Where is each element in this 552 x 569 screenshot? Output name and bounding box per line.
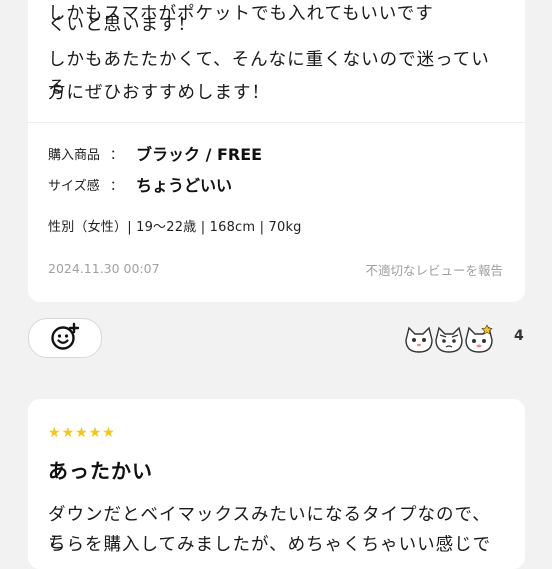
reaction-count: 4 [514, 328, 524, 344]
cat-sticker-icon [435, 326, 463, 353]
cat-sticker-icon [405, 326, 433, 353]
spec-label: 購入商品 [48, 147, 101, 163]
star-icon: ★ [61, 425, 75, 441]
star-icon: ★ [102, 425, 115, 441]
review-body-line: ちらを購入してみましたが、めちゃくちゃいい感じで [48, 535, 492, 555]
cat-sticker-icon [465, 324, 493, 353]
star-icon: ★ [48, 425, 61, 441]
spec-value: ブラック / FREE [136, 145, 263, 164]
review-body-line: くいと思います！ [48, 15, 196, 35]
star-icon: ★ [88, 425, 102, 441]
add-reaction-button[interactable] [28, 318, 102, 358]
spec-label: サイズ感 [48, 178, 100, 194]
review-title: あったかい [48, 459, 153, 483]
review-date: 2024.11.30 00:07 [48, 261, 160, 276]
smiley-add-icon [50, 321, 80, 355]
spec-value: ちょうどいい [136, 176, 233, 195]
review-card: ★ ★ ★ ★ ★ あったかい ダウンだとベイマックスみたいになるタイプなので、… [28, 399, 525, 569]
divider [28, 122, 525, 123]
spec-row-size: サイズ感 ： ちょうどいい [48, 172, 232, 196]
review-card: しかもスマホがポケットでも入れてもいいです くいと思います！ しかもあたたかくて… [28, 0, 525, 302]
reviewer-profile: 性別（女性）| 19～22歳 | 168cm | 70kg [48, 220, 302, 235]
star-icon: ★ [75, 425, 88, 441]
review-body-line: 方にぜひおすすめします！ [48, 83, 270, 103]
report-review-link[interactable]: 不適切なレビューを報告 [365, 260, 503, 279]
reaction-stickers[interactable] [404, 322, 500, 354]
spec-row-product: 購入商品 ： ブラック / FREE [48, 141, 262, 165]
spec-colon: ： [110, 178, 124, 194]
star-rating: ★ ★ ★ ★ ★ [48, 426, 115, 440]
spec-colon: ： [110, 147, 124, 163]
